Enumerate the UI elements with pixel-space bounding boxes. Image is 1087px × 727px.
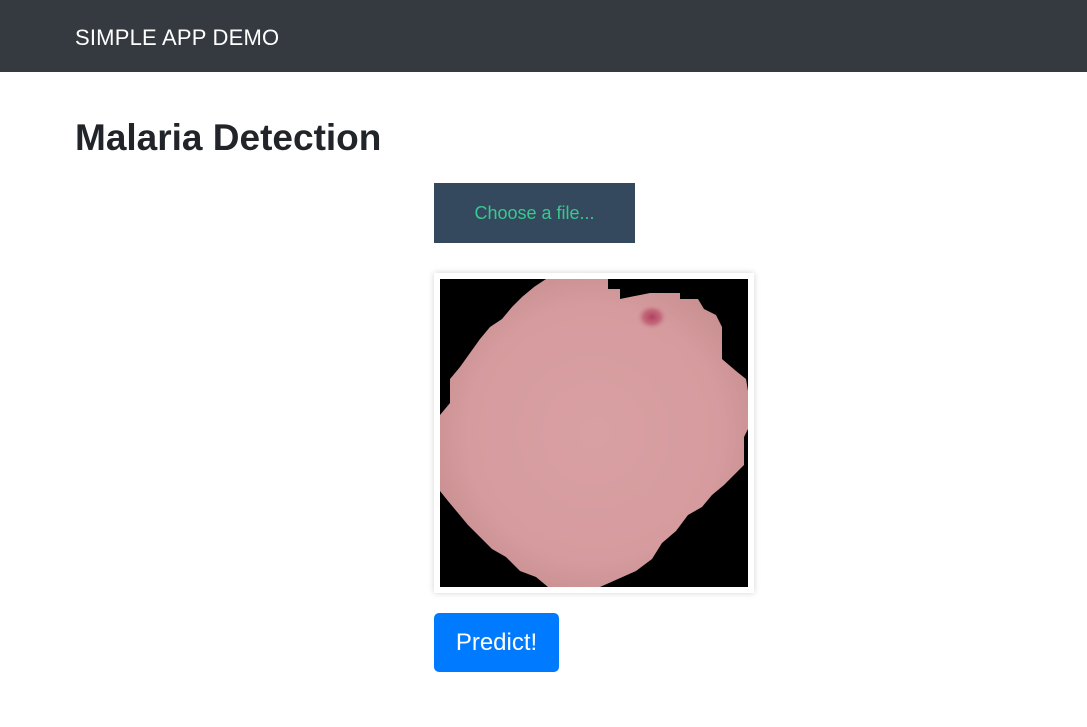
- navbar-brand[interactable]: SIMPLE APP DEMO: [75, 22, 279, 54]
- navbar: SIMPLE APP DEMO: [0, 0, 1087, 72]
- image-preview: [434, 273, 754, 593]
- parasite-spot: [636, 304, 668, 330]
- cell-image: [440, 279, 748, 587]
- choose-file-button[interactable]: Choose a file...: [434, 183, 635, 243]
- blood-cell-graphic: [440, 279, 748, 587]
- predict-button[interactable]: Predict!: [434, 613, 559, 672]
- page-title: Malaria Detection: [75, 117, 382, 158]
